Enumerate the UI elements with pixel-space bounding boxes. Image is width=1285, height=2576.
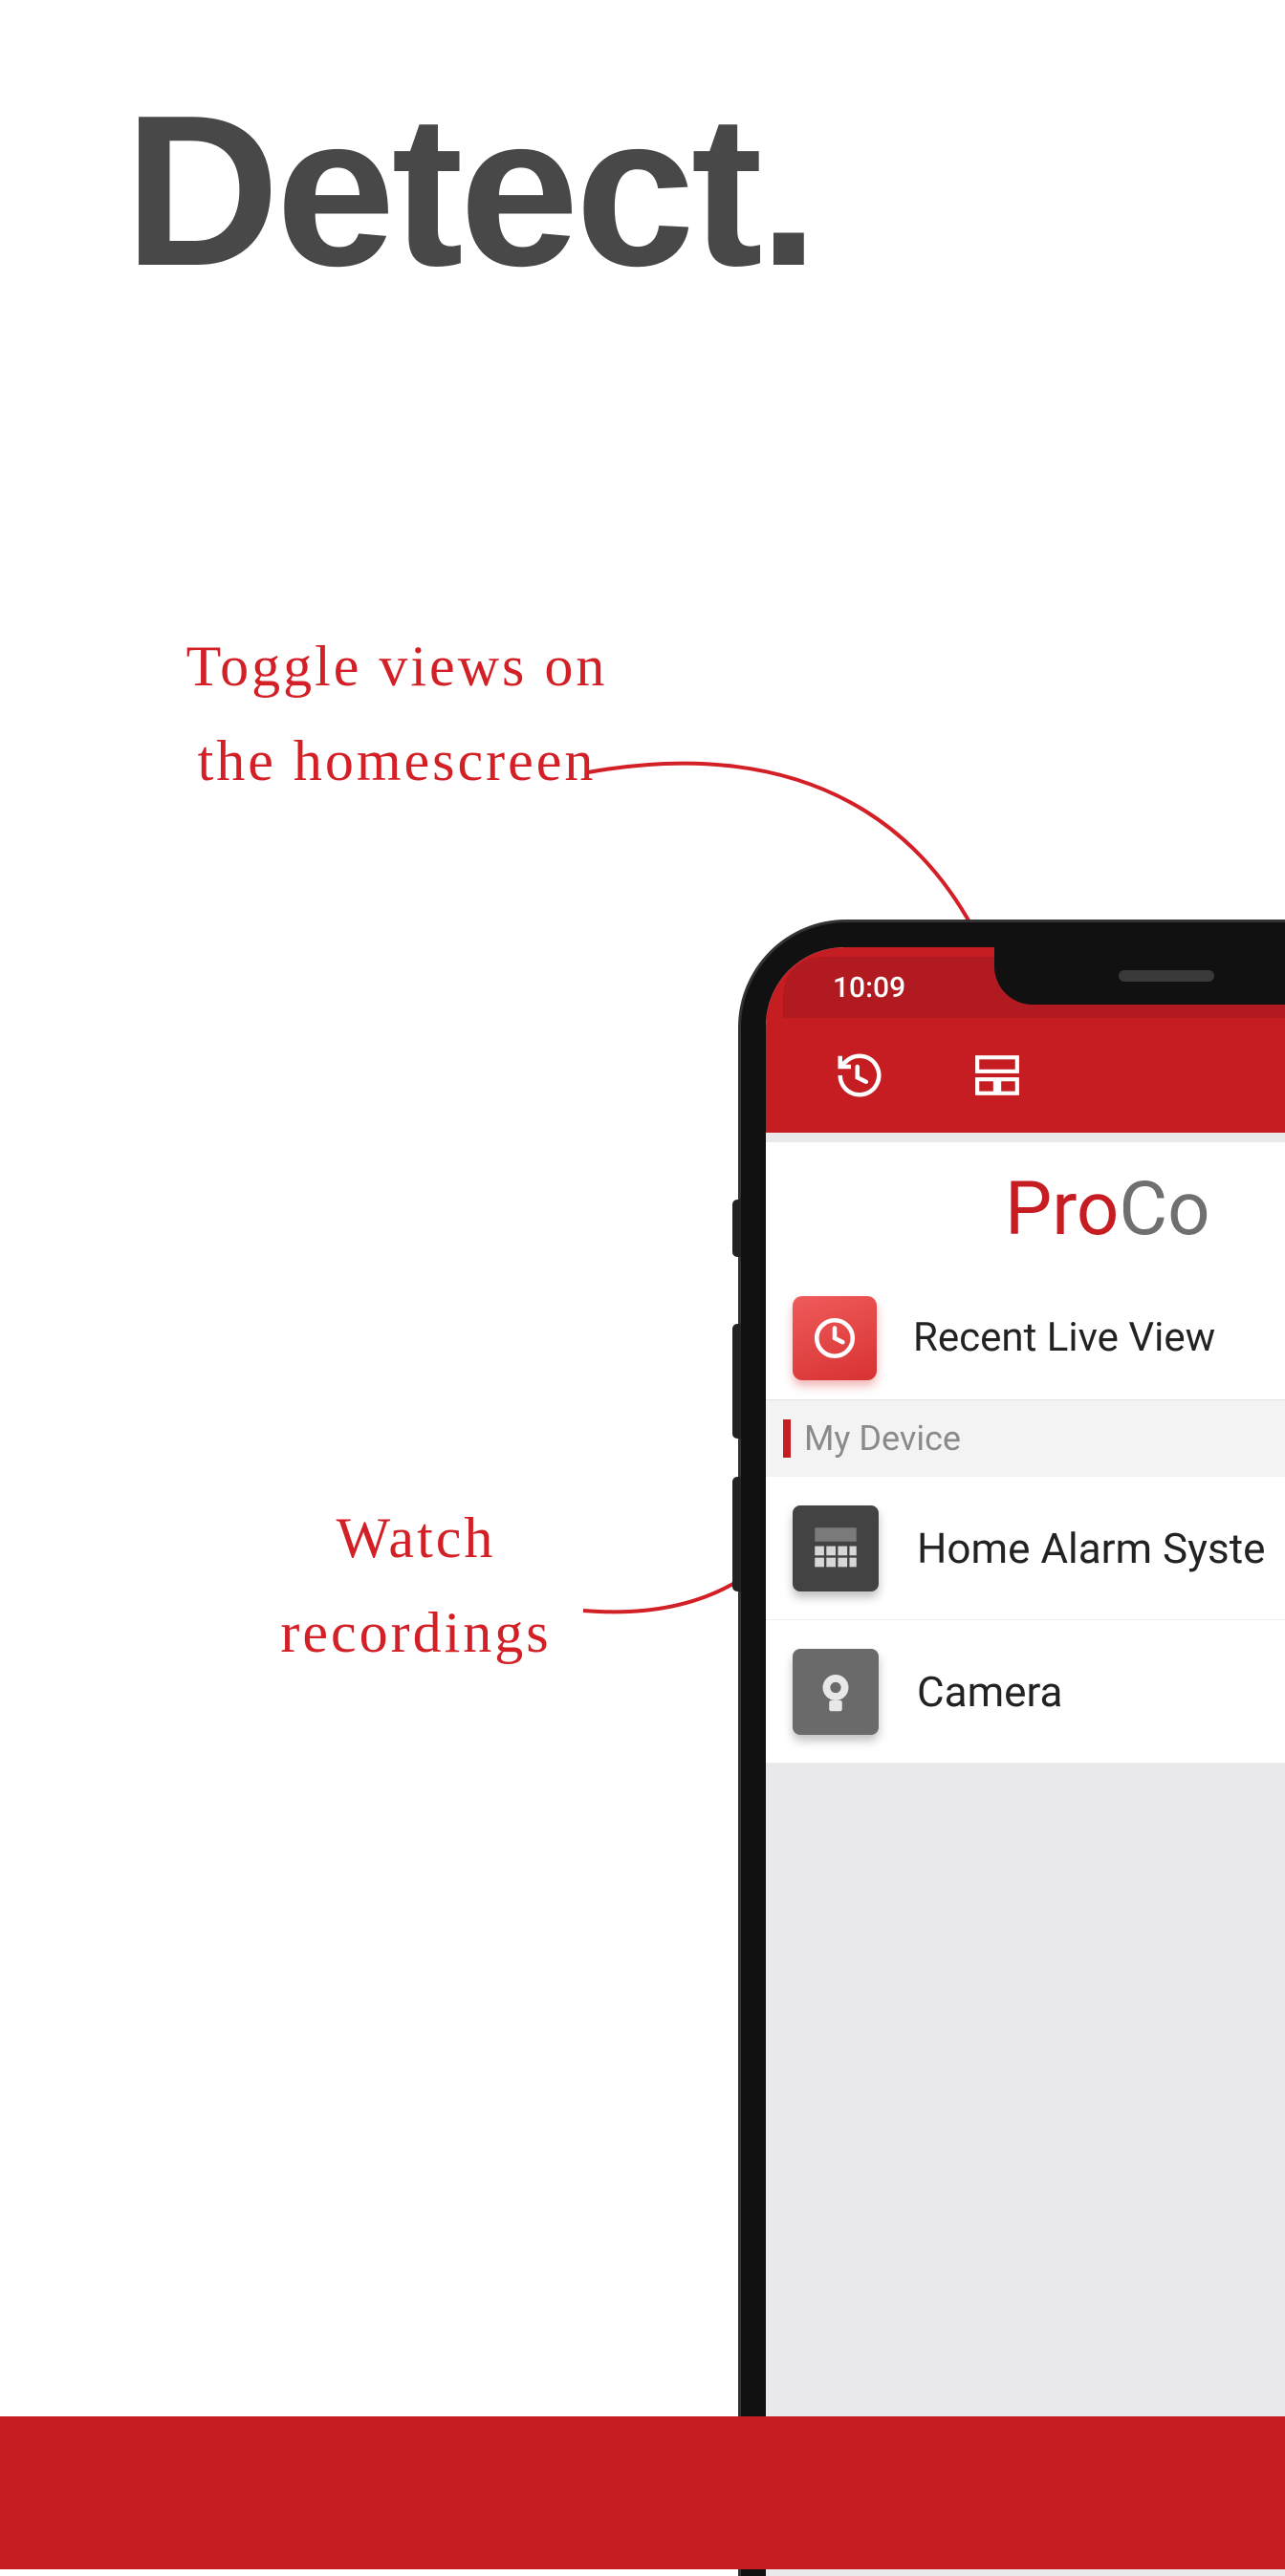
my-device-label: My Device — [804, 1418, 961, 1459]
phone-screen: 10:09 — [766, 947, 1285, 2576]
my-device-header: My Device — [766, 1400, 1285, 1477]
phone-volume-up — [732, 1324, 741, 1439]
phone-notch — [994, 947, 1285, 1005]
device-row-camera[interactable]: Camera — [766, 1620, 1285, 1764]
phone-mute-switch — [732, 1200, 741, 1257]
phone-frame: 10:09 — [741, 922, 1285, 2576]
device-camera-label: Camera — [917, 1667, 1062, 1717]
phone-speaker — [1119, 970, 1214, 982]
recent-live-view-row[interactable]: Recent Live View — [766, 1276, 1285, 1400]
toolbar — [766, 1018, 1285, 1133]
device-alarm-label: Home Alarm Syste — [917, 1524, 1265, 1573]
recent-live-view-label: Recent Live View — [913, 1314, 1215, 1361]
device-list: Home Alarm Syste Camera — [766, 1477, 1285, 1764]
clock-icon — [793, 1296, 877, 1380]
page-headline: Detect. — [124, 67, 815, 314]
annotation-watch-recordings: Watch recordings — [234, 1491, 598, 1680]
phone-volume-down — [732, 1477, 741, 1591]
brand-part2: Co — [1119, 1166, 1209, 1253]
history-icon[interactable] — [833, 1049, 886, 1102]
camera-icon — [793, 1649, 879, 1735]
brand-bar: ProCo — [766, 1142, 1285, 1276]
grid-view-icon[interactable] — [970, 1049, 1024, 1102]
keypad-icon — [793, 1505, 879, 1591]
brand-part1: Pro — [1005, 1166, 1119, 1253]
footer-bar — [0, 2416, 1285, 2569]
device-row-alarm[interactable]: Home Alarm Syste — [766, 1477, 1285, 1620]
annotation-toggle-views: Toggle views on the homescreen — [167, 619, 626, 809]
section-accent-bar — [783, 1419, 791, 1458]
status-time: 10:09 — [833, 971, 905, 1005]
